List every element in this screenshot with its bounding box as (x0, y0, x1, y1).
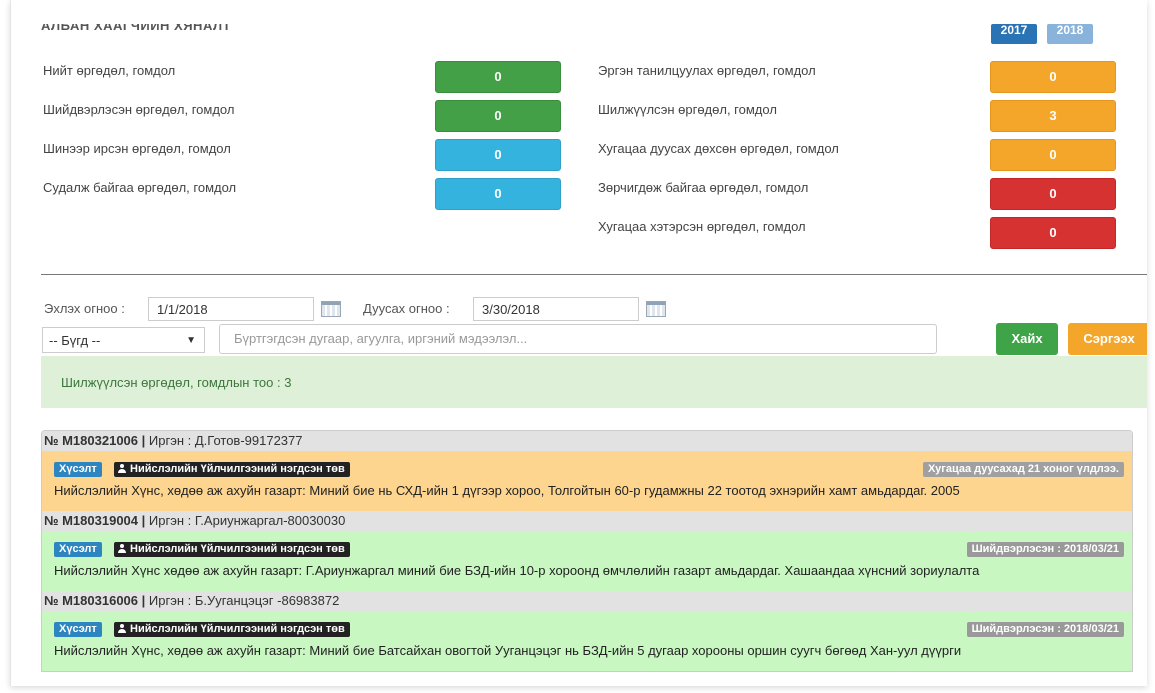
list-item-header[interactable]: № М180321006 | Иргэн : Д.Готов-99172377 (42, 431, 1132, 451)
calendar-icon[interactable] (321, 301, 341, 317)
end-date-label: Дуусах огноо : (363, 301, 450, 316)
petition-number: № М180316006 | (44, 593, 146, 608)
stat-label-investigating: Судалж байгаа өргөдөл, гомдол (43, 180, 237, 195)
stat-label-overdue: Хугацаа хэтэрсэн өргөдөл, гомдол (598, 219, 806, 234)
petition-text: Нийслэлийн Хүнс, хөдөө аж ахуйн газарт: … (54, 483, 960, 498)
stat-value-violated[interactable]: 0 (990, 178, 1116, 210)
petition-list: № М180321006 | Иргэн : Д.Готов-99172377 … (41, 430, 1133, 672)
stat-label-new: Шинээр ирсэн өргөдөл, гомдол (43, 141, 231, 156)
stat-value-new[interactable]: 0 (435, 139, 561, 171)
citizen-info: Иргэн : Д.Готов-99172377 (148, 433, 303, 448)
stat-label-total: Нийт өргөдөл, гомдол (43, 63, 176, 78)
status-badge: Хугацаа дуусахад 21 хоног үлдлээ. (922, 462, 1124, 477)
stat-label-violated: Зөрчигдөж байгаа өргөдөл, гомдол (598, 180, 809, 195)
year-2018-button[interactable]: 2018 (1047, 24, 1093, 44)
caret-down-icon: ▼ (186, 335, 196, 346)
end-date-input[interactable]: 3/30/2018 (473, 297, 639, 321)
search-button[interactable]: Хайх (996, 323, 1058, 355)
petition-text: Нийслэлийн Хүнс хөдөө аж ахуйн газарт: Г… (54, 563, 980, 578)
status-badge: Шийдвэрлэсэн : 2018/03/21 (966, 542, 1124, 557)
stat-value-overdue[interactable]: 0 (990, 217, 1116, 249)
org-badge: Нийслэлийн Үйлчилгээний нэгдсэн төв (114, 542, 350, 557)
type-badge: Хүсэлт (54, 462, 102, 477)
org-badge: Нийслэлийн Үйлчилгээний нэгдсэн төв (114, 622, 350, 637)
user-icon (118, 624, 126, 633)
stat-value-resolved[interactable]: 0 (435, 100, 561, 132)
org-badge-label: Нийслэлийн Үйлчилгээний нэгдсэн төв (130, 623, 345, 635)
type-badge: Хүсэлт (54, 542, 102, 557)
list-item[interactable]: Хүсэлт Нийслэлийн Үйлчилгээний нэгдсэн т… (42, 611, 1132, 671)
status-select[interactable]: -- Бүгд -- ▼ (42, 327, 205, 353)
petition-text: Нийслэлийн Хүнс, хөдөө аж ахуйн газарт: … (54, 643, 962, 658)
search-input[interactable]: Бүртгэгдсэн дугаар, агуулга, иргэний мэд… (219, 324, 937, 354)
start-date-input[interactable]: 1/1/2018 (148, 297, 314, 321)
status-select-value: -- Бүгд -- (49, 333, 101, 348)
list-item-header[interactable]: № М180316006 | Иргэн : Б.Ууганцэцэг -869… (42, 591, 1132, 611)
list-item-header[interactable]: № М180319004 | Иргэн : Г.Ариунжаргал-800… (42, 511, 1132, 531)
stat-label-near-deadline: Хугацаа дуусах дөхсөн өргөдөл, гомдол (598, 141, 839, 156)
citizen-info: Иргэн : Б.Ууганцэцэг -86983872 (148, 593, 340, 608)
org-badge-label: Нийслэлийн Үйлчилгээний нэгдсэн төв (130, 543, 345, 555)
stat-value-investigating[interactable]: 0 (435, 178, 561, 210)
panel-title: АЛБАН ХААГЧИЙН ХЯНАЛТ (41, 24, 232, 33)
user-icon (118, 464, 126, 473)
reset-button[interactable]: Сэргээх (1068, 323, 1147, 355)
stat-value-near-deadline[interactable]: 0 (990, 139, 1116, 171)
petition-number: № М180319004 | (44, 513, 146, 528)
status-badge: Шийдвэрлэсэн : 2018/03/21 (966, 622, 1124, 637)
year-2017-button[interactable]: 2017 (991, 24, 1037, 44)
calendar-icon[interactable] (646, 301, 666, 317)
stat-value-review[interactable]: 0 (990, 61, 1116, 93)
stat-label-resolved: Шийдвэрлэсэн өргөдөл, гомдол (43, 102, 235, 117)
citizen-info: Иргэн : Г.Ариунжаргал-80030030 (148, 513, 346, 528)
section-divider (41, 274, 1147, 275)
info-alert-text: Шилжүүлсэн өргөдөл, гомдлын тоо : 3 (61, 375, 292, 390)
stat-label-transferred: Шилжүүлсэн өргөдөл, гомдол (598, 102, 777, 117)
dashboard-panel: АЛБАН ХААГЧИЙН ХЯНАЛТ 2017 2018 Нийт өрг… (10, 0, 1147, 686)
stat-value-transferred[interactable]: 3 (990, 100, 1116, 132)
list-item[interactable]: Хүсэлт Нийслэлийн Үйлчилгээний нэгдсэн т… (42, 531, 1132, 591)
petition-number: № М180321006 | (44, 433, 146, 448)
list-item[interactable]: Хүсэлт Нийслэлийн Үйлчилгээний нэгдсэн т… (42, 451, 1132, 511)
stat-label-review: Эргэн танилцуулах өргөдөл, гомдол (598, 63, 816, 78)
org-badge-label: Нийслэлийн Үйлчилгээний нэгдсэн төв (130, 463, 345, 475)
type-badge: Хүсэлт (54, 622, 102, 637)
stat-value-total[interactable]: 0 (435, 61, 561, 93)
org-badge: Нийслэлийн Үйлчилгээний нэгдсэн төв (114, 462, 350, 477)
info-alert: Шилжүүлсэн өргөдөл, гомдлын тоо : 3 (41, 356, 1147, 408)
start-date-label: Эхлэх огноо : (44, 301, 125, 316)
user-icon (118, 544, 126, 553)
